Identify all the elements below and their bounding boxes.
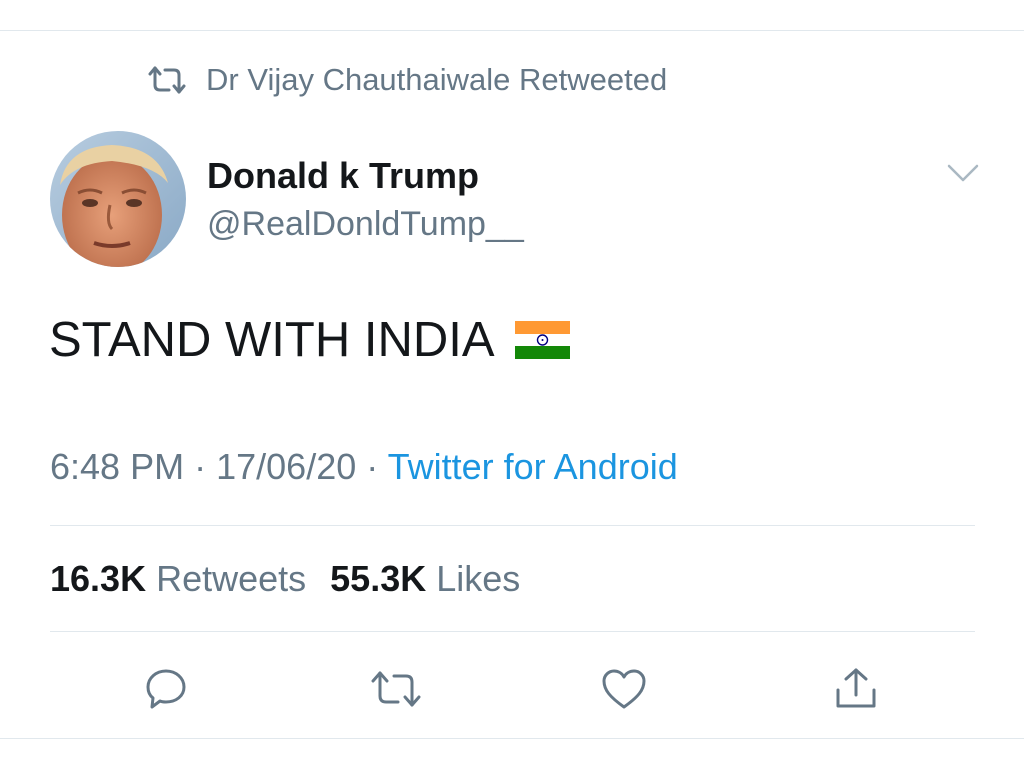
tweet-date: 17/06/20 (216, 446, 357, 487)
meta-separator: · (366, 446, 379, 487)
display-name[interactable]: Donald k Trump (207, 155, 479, 197)
tweet-source-link[interactable]: Twitter for Android (388, 446, 678, 487)
likes-count: 55.3K (330, 558, 427, 599)
reply-icon (146, 669, 186, 709)
tweet-time: 6:48 PM (50, 446, 185, 487)
tweet-meta: 6:48 PM · 17/06/20 · Twitter for Android (50, 446, 678, 488)
retweets-label: Retweets (156, 558, 307, 599)
divider (50, 525, 975, 526)
like-button[interactable] (598, 663, 650, 715)
retweet-icon (371, 671, 421, 707)
likes-label: Likes (436, 558, 521, 599)
divider (50, 631, 975, 632)
bottom-divider (0, 738, 1024, 739)
retweet-context-text: Dr Vijay Chauthaiwale Retweeted (206, 62, 668, 97)
avatar[interactable] (50, 131, 186, 267)
top-divider (0, 30, 1024, 31)
retweet-context-icon (148, 65, 206, 95)
retweet-button[interactable] (370, 663, 422, 715)
likes-stat[interactable]: 55.3K Likes (330, 558, 520, 600)
retweets-count: 16.3K (50, 558, 147, 599)
tweet-text: STAND WITH INDIA (49, 312, 570, 368)
tweet-stats: 16.3K Retweets 55.3K Likes (50, 558, 520, 600)
retweets-stat[interactable]: 16.3K Retweets (50, 558, 306, 600)
tweet-text-content: STAND WITH INDIA (49, 313, 495, 367)
flag-india-icon (495, 321, 570, 359)
chevron-down-icon[interactable] (946, 162, 980, 184)
share-icon (836, 668, 876, 708)
reply-button[interactable] (140, 663, 192, 715)
share-button[interactable] (830, 663, 882, 715)
like-icon (602, 669, 646, 709)
meta-separator: · (194, 446, 207, 487)
handle[interactable]: @RealDonldTump__ (207, 205, 524, 244)
retweet-context[interactable]: Dr Vijay Chauthaiwale Retweeted (148, 58, 667, 102)
